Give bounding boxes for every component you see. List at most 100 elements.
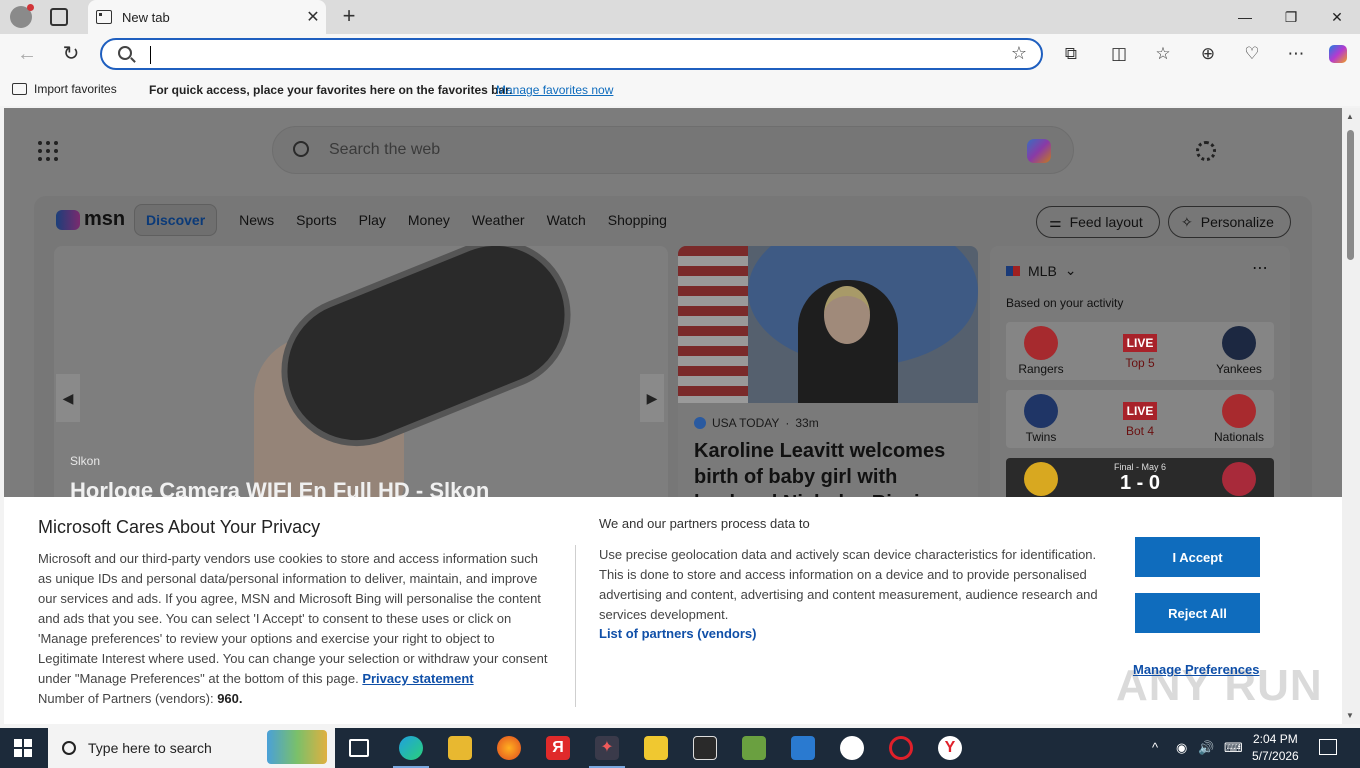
more-options-icon[interactable]: ⋯ [1252, 258, 1268, 278]
web-search-box[interactable]: Search the web [272, 126, 1074, 174]
manage-preferences-link[interactable]: Manage Preferences [1133, 662, 1259, 677]
hero-carousel[interactable]: ◀ ▶ Slkon Horloge Camera WIFI En Full HD… [54, 246, 668, 506]
tab-actions-icon[interactable] [50, 8, 68, 26]
app-icon[interactable]: ✦ [595, 736, 619, 760]
nav-play[interactable]: Play [359, 212, 386, 228]
search-icon [293, 141, 309, 157]
favorites-bar: Import favorites For quick access, place… [0, 74, 1360, 106]
chevron-up-icon[interactable]: ^ [1152, 740, 1158, 755]
game-status: LIVE Top 5 [1116, 334, 1164, 370]
edge-taskbar-icon[interactable] [399, 736, 423, 760]
msn-logo[interactable]: msn [56, 208, 125, 231]
carousel-next-button[interactable]: ▶ [640, 374, 664, 422]
nav-news[interactable]: News [239, 212, 274, 228]
consent-title: Microsoft Cares About Your Privacy [38, 517, 321, 537]
accept-button[interactable]: I Accept [1135, 537, 1260, 577]
volume-icon[interactable]: 🔊 [1198, 740, 1214, 756]
rangers-logo-icon [1024, 326, 1058, 360]
partners-label: Number of Partners (vendors): [38, 691, 214, 706]
feed-layout-label: Feed layout [1069, 214, 1143, 230]
feed-layout-button[interactable]: ⚌ Feed layout [1036, 206, 1160, 238]
nav-watch[interactable]: Watch [547, 212, 586, 228]
windows-taskbar: Type here to search Я ✦ Y ^ ◉ 🔊 ⌨ 2:04 P… [0, 728, 1360, 768]
league-selector[interactable]: MLB ⌄ [1006, 262, 1077, 279]
refresh-button[interactable]: ↻ [60, 43, 82, 65]
taskbar-search[interactable]: Type here to search [48, 728, 335, 768]
consent-purposes-title: We and our partners process data to [599, 516, 810, 531]
import-icon [12, 83, 27, 95]
carousel-prev-button[interactable]: ◀ [56, 374, 80, 422]
stats-app-icon[interactable] [693, 736, 717, 760]
back-button[interactable]: ← [16, 43, 38, 65]
nav-money[interactable]: Money [408, 212, 450, 228]
nav-sports[interactable]: Sports [296, 212, 336, 228]
game-row[interactable]: Rangers LIVE Top 5 Yankees [1006, 322, 1274, 380]
yandex-browser-icon[interactable]: Y [938, 736, 962, 760]
restore-button[interactable]: ❐ [1268, 0, 1314, 34]
personalize-button[interactable]: ✧ Personalize [1168, 206, 1291, 238]
nav-weather[interactable]: Weather [472, 212, 525, 228]
favorites-icon[interactable]: ☆ [1151, 42, 1175, 66]
privacy-consent-banner: Microsoft Cares About Your Privacy Micro… [4, 497, 1342, 724]
chatgpt-icon[interactable] [840, 736, 864, 760]
settings-gear-icon[interactable] [1196, 141, 1216, 161]
reject-all-button[interactable]: Reject All [1135, 593, 1260, 633]
search-highlight-art [267, 730, 327, 764]
search-icon [62, 741, 76, 755]
notifications-icon[interactable] [1319, 739, 1337, 755]
nav-discover[interactable]: Discover [134, 204, 218, 236]
manage-favorites-link[interactable]: Manage favorites now [496, 83, 613, 97]
close-tab-icon[interactable]: ✕ [300, 7, 326, 27]
usa-today-icon [694, 417, 706, 429]
start-button[interactable] [14, 739, 32, 757]
news-card[interactable]: USA TODAY · 33m Karoline Leavitt welcome… [678, 246, 978, 506]
feed-nav: Discover News Sports Play Money Weather … [134, 204, 689, 236]
browser-essentials-icon[interactable]: ♡ [1240, 42, 1264, 66]
taskbar-clock[interactable]: 2:04 PM 5/7/2026 [1252, 731, 1299, 765]
privacy-statement-link[interactable]: Privacy statement [362, 671, 473, 686]
profile-icon[interactable] [10, 4, 34, 28]
news-card-headline[interactable]: Karoline Leavitt welcomes birth of baby … [694, 438, 966, 506]
vendors-list-link[interactable]: List of partners (vendors) [599, 626, 756, 641]
firefox-icon[interactable] [497, 736, 521, 760]
copilot-icon[interactable] [1027, 139, 1051, 163]
opera-icon[interactable] [889, 736, 913, 760]
scroll-down-icon[interactable]: ▼ [1346, 711, 1354, 720]
yandex-icon[interactable]: Я [546, 736, 570, 760]
keyboard-icon[interactable]: ⌨ [1224, 740, 1243, 756]
diamondbacks-logo-icon [1222, 462, 1256, 496]
app-launcher-icon[interactable] [38, 141, 58, 161]
collections-icon[interactable]: ⊕ [1196, 42, 1220, 66]
vpn-icon[interactable] [791, 736, 815, 760]
page-scrollbar[interactable]: ▲ ▼ [1342, 108, 1360, 724]
split-screen-icon[interactable]: ◫ [1107, 42, 1131, 66]
minimize-button[interactable]: — [1222, 0, 1268, 34]
minecraft-icon[interactable] [742, 736, 766, 760]
league-name: MLB [1028, 262, 1057, 279]
new-tab-button[interactable]: + [338, 4, 360, 30]
more-menu-icon[interactable]: ⋯ [1284, 42, 1308, 66]
favorite-star-icon[interactable]: ☆ [1011, 43, 1027, 64]
sliders-icon: ⚌ [1049, 213, 1062, 230]
import-favorites-button[interactable]: Import favorites [12, 82, 117, 96]
consent-body: Microsoft and our third-party vendors us… [38, 551, 548, 706]
file-explorer-icon[interactable] [448, 736, 472, 760]
task-view-icon[interactable] [349, 739, 369, 757]
network-icon[interactable]: ◉ [1176, 740, 1187, 756]
extensions-icon[interactable]: ⧉ [1059, 42, 1083, 66]
address-bar[interactable]: ☆ [100, 38, 1043, 70]
nationals-logo-icon [1222, 394, 1256, 428]
team-home: Twins [1006, 390, 1076, 448]
scroll-up-icon[interactable]: ▲ [1346, 112, 1354, 121]
game-row[interactable]: Twins LIVE Bot 4 Nationals [1006, 390, 1274, 448]
copilot-icon[interactable] [1326, 42, 1350, 66]
scores-subtitle: Based on your activity [1006, 296, 1124, 310]
scroll-thumb[interactable] [1347, 130, 1354, 260]
hero-source: Slkon [70, 454, 101, 468]
game-app-icon[interactable] [644, 736, 668, 760]
tab-new-tab[interactable]: New tab ✕ [88, 0, 326, 34]
close-window-button[interactable]: ✕ [1314, 0, 1360, 34]
nav-shopping[interactable]: Shopping [608, 212, 667, 228]
mlb-scores-card: MLB ⌄ ⋯ Based on your activity Rangers L… [990, 246, 1290, 516]
team-away: Yankees [1204, 322, 1274, 380]
